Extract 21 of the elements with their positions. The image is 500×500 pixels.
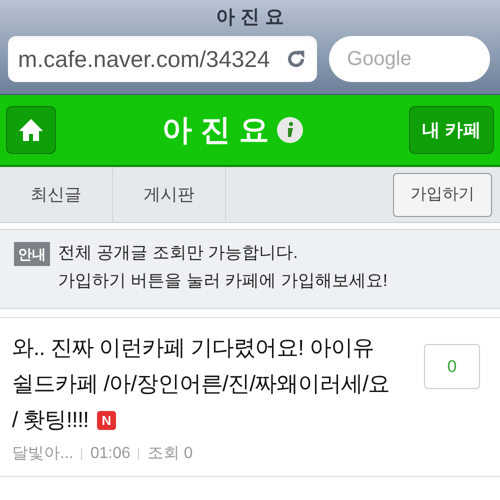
- new-badge: N: [96, 410, 116, 430]
- home-icon: [18, 118, 44, 142]
- notice-badge: 안내: [14, 242, 50, 266]
- post-title-line[interactable]: / 홧팅!!!!: [12, 402, 89, 438]
- notice-text: 가입하기 버튼을 눌러 카페에 가입해보세요!: [58, 270, 388, 292]
- post-views: 조회 0: [147, 444, 193, 464]
- home-button[interactable]: [6, 106, 56, 154]
- post-title-line[interactable]: 와.. 진짜 이런카페 기다렸어요! 아이유: [12, 330, 374, 366]
- tab[interactable]: 최신글: [0, 167, 113, 222]
- page-title: 아 진 요: [216, 6, 284, 30]
- post-author: 달빛아...: [12, 444, 74, 464]
- cafe-title: 아 진 요: [162, 112, 269, 148]
- notice-text: 전체 공개글 조회만 가능합니다.: [58, 242, 299, 264]
- tab[interactable]: 게시판: [113, 167, 226, 222]
- join-button[interactable]: 가입하기: [393, 172, 492, 216]
- info-icon[interactable]: [276, 117, 303, 143]
- reload-icon[interactable]: [285, 48, 307, 70]
- url-field[interactable]: m.cafe.naver.com/34324: [8, 36, 317, 82]
- my-cafe-button[interactable]: 내 카페: [408, 106, 494, 154]
- post-time: 01:06: [90, 444, 130, 464]
- post-title-line[interactable]: 쉴드카페 /아/장인어른/진/짜왜이러세/요: [12, 366, 390, 402]
